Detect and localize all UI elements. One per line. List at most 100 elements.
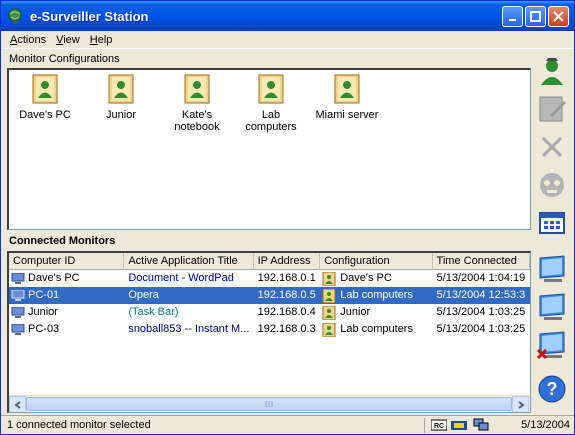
column-header-configuration[interactable]: Configuration [320, 253, 433, 270]
config-user-icon [30, 74, 60, 106]
right-toolbar: ? [534, 53, 572, 415]
list-header: Computer ID Active Application Title IP … [9, 253, 530, 270]
tray-network-icon [473, 418, 489, 432]
app-globe-icon [6, 7, 24, 25]
ip-address: 192.168.0.5 [257, 289, 316, 301]
edit-configuration-button[interactable] [534, 91, 570, 127]
scroll-right-button[interactable] [512, 396, 529, 412]
configuration: Lab computers [340, 289, 413, 301]
scroll-left-button[interactable] [9, 396, 26, 412]
maximize-button[interactable] [525, 6, 546, 27]
active-app-title: (Task Bar) [128, 306, 179, 318]
config-user-icon [322, 288, 336, 303]
table-row[interactable]: Junior (Task Bar) 192.168.0.4 Junior 5/1… [9, 304, 530, 321]
main-window: e-Surveiller Station Actions View Help M… [0, 0, 575, 435]
column-header-computer-id[interactable]: Computer ID [9, 253, 125, 270]
monitor-remove-icon [536, 331, 565, 360]
config-item-kates-notebook[interactable]: Kate's notebook [161, 74, 233, 133]
svg-text:?: ? [547, 379, 558, 399]
disconnect-icon [540, 173, 564, 197]
config-label: Miami server [315, 109, 379, 121]
chevron-left-icon [13, 400, 21, 409]
configuration: Lab computers [340, 323, 413, 335]
config-item-miami-server[interactable]: Miami server [311, 74, 383, 121]
time-connected: 5/13/2004 1:03:25 [436, 323, 526, 335]
computer-id: Junior [28, 306, 58, 318]
computer-id: PC-01 [28, 289, 60, 301]
tray-rac-icon: RC [430, 418, 448, 432]
monitor-view-button[interactable] [534, 251, 570, 287]
svg-text:RC: RC [434, 423, 444, 430]
help-button[interactable]: ? [534, 371, 570, 407]
configuration: Dave's PC [340, 272, 392, 284]
monitors-header: Connected Monitors [9, 235, 116, 247]
tray-keyboard-icon [451, 418, 467, 432]
column-header-ip-address[interactable]: IP Address [254, 253, 321, 270]
monitor-icon [539, 293, 565, 320]
minimize-icon [508, 18, 516, 21]
column-header-active-application[interactable]: Active Application Title [124, 253, 254, 270]
active-app-title: Document - WordPad [128, 272, 234, 284]
active-app-title: snoball853 -- Instant M... [128, 323, 250, 335]
table-row[interactable]: PC-03 snoball853 -- Instant M... 192.168… [9, 321, 530, 338]
add-configuration-icon [541, 58, 563, 85]
table-row[interactable]: Dave's PC Document - WordPad 192.168.0.1… [9, 270, 530, 287]
computer-id: Dave's PC [28, 272, 80, 284]
menu-bar: Actions View Help [1, 31, 574, 49]
remove-monitor-button[interactable] [534, 327, 570, 363]
status-bar: 1 connected monitor selected RC 5/13/200… [1, 415, 574, 434]
computer-id: PC-03 [28, 323, 60, 335]
config-item-junior[interactable]: Junior [85, 74, 157, 121]
view-grid-button[interactable] [534, 205, 570, 241]
config-user-icon [106, 74, 136, 106]
maximize-icon [530, 11, 541, 22]
computer-icon [11, 323, 25, 336]
active-app-title: Opera [128, 289, 159, 301]
delete-configuration-button[interactable] [534, 129, 570, 165]
time-connected: 5/13/2004 1:03:25 [436, 306, 526, 318]
monitor-button[interactable] [534, 289, 570, 325]
computer-icon [11, 306, 25, 319]
config-label: Kate's notebook [174, 109, 220, 133]
status-date: 5/13/2004 [521, 419, 570, 431]
config-user-icon [256, 74, 286, 106]
close-button[interactable] [548, 6, 569, 27]
close-icon [553, 11, 564, 22]
add-configuration-button[interactable] [534, 53, 570, 89]
monitor-view-icon [539, 255, 565, 282]
menu-help[interactable]: Help [85, 34, 118, 46]
table-row-selected[interactable]: PC-01 Opera 192.168.0.5 Lab computers 5/… [9, 287, 530, 304]
config-user-icon [182, 74, 212, 106]
configs-header: Monitor Configurations [9, 53, 120, 65]
menu-actions[interactable]: Actions [5, 34, 51, 46]
minimize-button[interactable] [502, 6, 523, 27]
time-connected: 5/13/2004 1:04:19 [436, 272, 526, 284]
config-item-lab-computers[interactable]: Lab computers [235, 74, 307, 133]
config-user-icon [322, 322, 336, 337]
config-user-icon [322, 305, 336, 320]
ip-address: 192.168.0.1 [257, 272, 316, 284]
delete-icon [541, 136, 563, 158]
title-bar[interactable]: e-Surveiller Station [1, 1, 574, 31]
column-header-time-connected[interactable]: Time Connected [433, 253, 530, 270]
time-connected: 5/13/2004 12:53:3 [436, 289, 526, 301]
menu-view[interactable]: View [51, 34, 85, 46]
horizontal-scrollbar[interactable] [9, 395, 529, 412]
disconnect-button[interactable] [534, 167, 570, 203]
ip-address: 192.168.0.4 [257, 306, 316, 318]
config-label: Junior [106, 109, 136, 121]
config-label: Lab computers [245, 109, 297, 133]
help-icon: ? [538, 375, 566, 403]
computer-icon [11, 272, 25, 285]
ip-address: 192.168.0.3 [257, 323, 316, 335]
config-user-icon [332, 74, 362, 106]
config-label: Dave's PC [19, 109, 71, 121]
config-item-daves-pc[interactable]: Dave's PC [9, 74, 81, 121]
configs-panel: Dave's PC Junior Kate's notebook Lab com… [7, 68, 531, 230]
config-user-icon [322, 271, 336, 286]
status-text: 1 connected monitor selected [5, 418, 425, 433]
grip-icon [265, 401, 273, 407]
computer-icon [11, 289, 25, 302]
scroll-thumb[interactable] [26, 397, 512, 411]
configuration: Junior [340, 306, 371, 318]
